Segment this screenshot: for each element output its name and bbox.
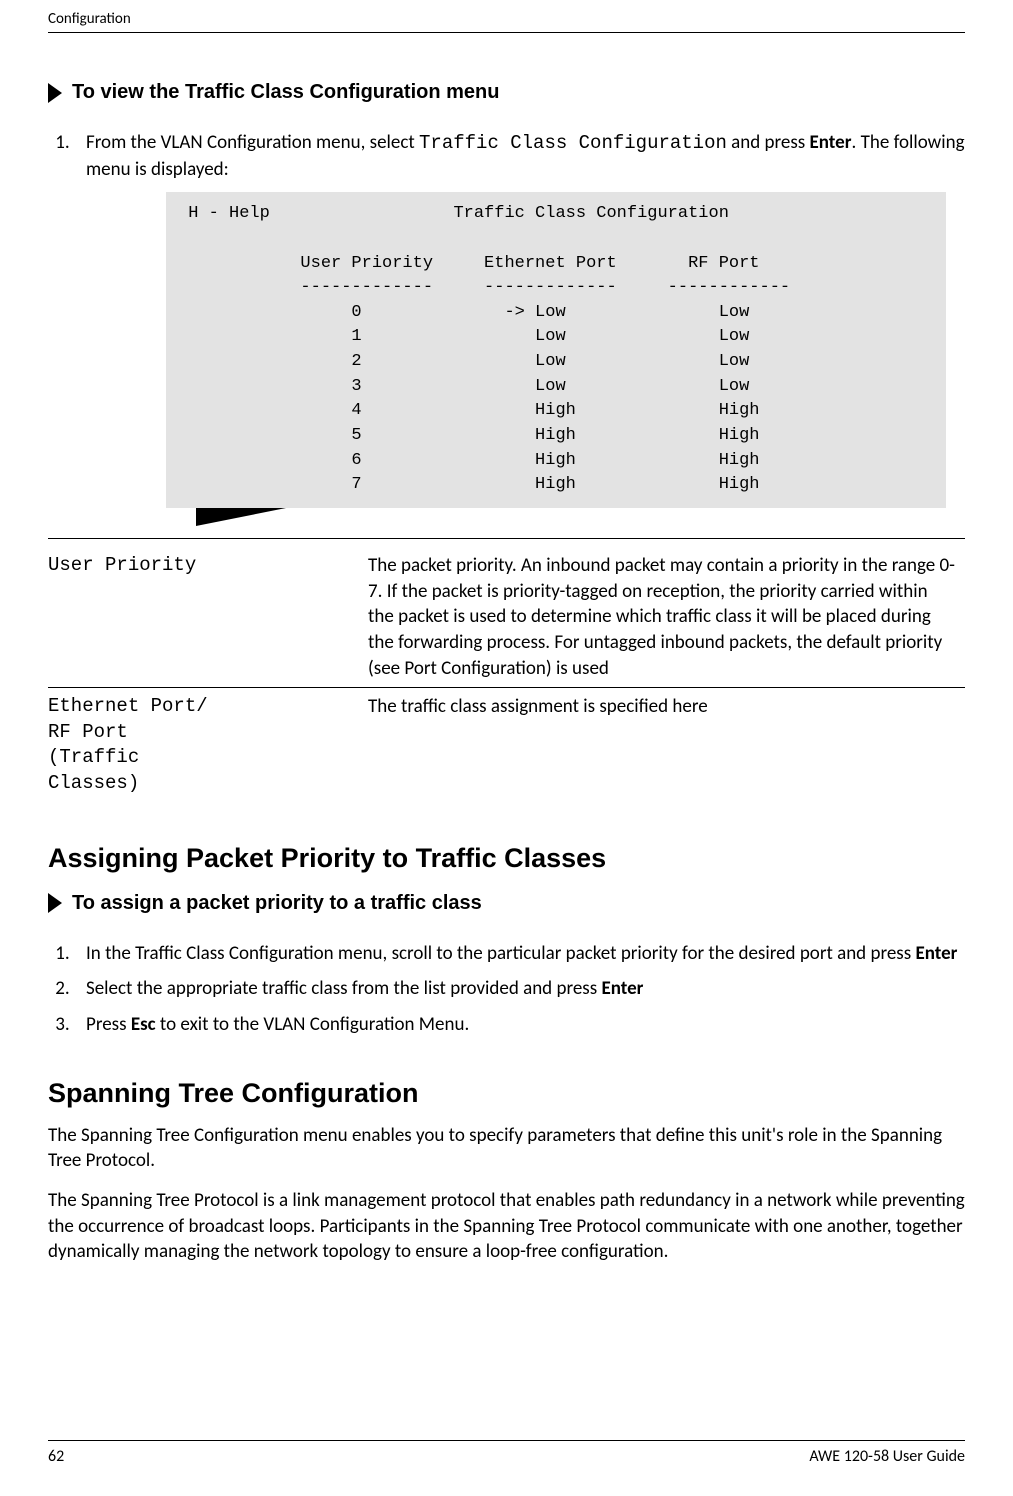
table-row: User Priority The packet priority. An in…: [48, 547, 965, 688]
step-1: From the VLAN Configuration menu, select…: [74, 130, 965, 508]
body-paragraph: The Spanning Tree Protocol is a link man…: [48, 1188, 965, 1265]
terminal-output: H - Help Traffic Class Configuration Use…: [166, 192, 946, 508]
table-row: Ethernet Port/ RF Port (Traffic Classes)…: [48, 688, 965, 803]
text: to exit to the VLAN Configuration Menu.: [156, 1013, 470, 1036]
desc-cell: The packet priority. An inbound packet m…: [368, 547, 965, 688]
step-1: In the Traffic Class Configuration menu,…: [74, 941, 965, 967]
step-2: Select the appropriate traffic class fro…: [74, 976, 965, 1002]
desc-cell: The traffic class assignment is specifie…: [368, 688, 965, 803]
code-text: Traffic Class Configuration: [419, 132, 727, 154]
heading-spanning-tree: Spanning Tree Configuration: [48, 1078, 965, 1109]
procedure-title: To view the Traffic Class Configuration …: [72, 81, 499, 104]
procedure-heading-assign-priority: To assign a packet priority to a traffic…: [48, 892, 965, 915]
text: Select the appropriate traffic class fro…: [86, 977, 601, 1000]
page-footer: 62 AWE 120-58 User Guide: [48, 1440, 965, 1466]
text: Press: [86, 1013, 131, 1036]
procedure-heading-view-traffic-class: To view the Traffic Class Configuration …: [48, 81, 965, 104]
text: From the VLAN Configuration menu, select: [86, 131, 419, 154]
page-number: 62: [48, 1447, 64, 1466]
procedure-2-steps: In the Traffic Class Configuration menu,…: [48, 941, 965, 1038]
term-cell: User Priority: [48, 547, 368, 688]
text: and press: [727, 131, 810, 154]
body-paragraph: The Spanning Tree Configuration menu ena…: [48, 1123, 965, 1174]
procedure-1-steps: From the VLAN Configuration menu, select…: [48, 130, 965, 508]
running-header: Configuration: [48, 10, 965, 33]
callout-tail-icon: [196, 508, 286, 526]
key-enter: Enter: [810, 131, 852, 154]
arrow-right-icon: [48, 83, 62, 103]
procedure-title: To assign a packet priority to a traffic…: [72, 892, 482, 915]
terminal-block: H - Help Traffic Class Configuration Use…: [166, 192, 946, 508]
text: In the Traffic Class Configuration menu,…: [86, 942, 915, 965]
step-3: Press Esc to exit to the VLAN Configurat…: [74, 1012, 965, 1038]
definition-table: User Priority The packet priority. An in…: [48, 547, 965, 803]
arrow-right-icon: [48, 893, 62, 913]
definition-rule: [48, 538, 965, 539]
key-enter: Enter: [915, 942, 957, 965]
key-enter: Enter: [601, 977, 643, 1000]
guide-title: AWE 120-58 User Guide: [809, 1447, 965, 1466]
heading-assigning-priority: Assigning Packet Priority to Traffic Cla…: [48, 843, 965, 874]
term-cell: Ethernet Port/ RF Port (Traffic Classes): [48, 688, 368, 803]
key-esc: Esc: [131, 1013, 156, 1036]
